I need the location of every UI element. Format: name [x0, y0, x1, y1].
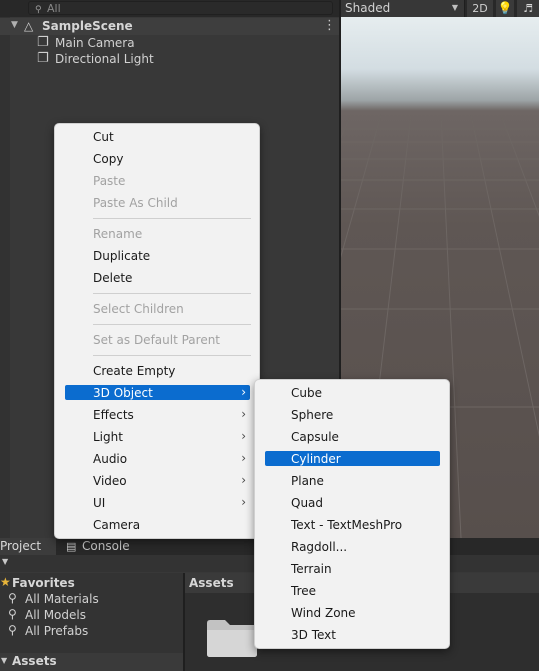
- assets-tree-label: Assets: [12, 654, 57, 668]
- cube-icon: ❐: [37, 51, 49, 66]
- fold-arrow-icon[interactable]: ▼: [11, 20, 18, 30]
- chevron-right-icon: ›: [241, 407, 246, 421]
- submenu-item-sphere[interactable]: Sphere: [255, 404, 449, 426]
- menu-item-copy[interactable]: Copy: [55, 148, 259, 170]
- submenu-item-cylinder[interactable]: Cylinder: [255, 448, 449, 470]
- menu-item-camera[interactable]: Camera: [55, 514, 259, 536]
- kebab-menu-icon[interactable]: ⋮: [323, 18, 336, 33]
- create-dropdown-icon[interactable]: ▼: [2, 557, 8, 566]
- assets-breadcrumb-label[interactable]: Assets: [189, 576, 234, 590]
- unity-scene-icon: △: [24, 19, 34, 33]
- search-icon: ⚲: [8, 623, 17, 637]
- menu-item-rename: Rename: [93, 227, 143, 241]
- scene-row[interactable]: ▼ △ SampleScene ⋮: [0, 18, 339, 35]
- hierarchy-search-field[interactable]: ⚲ All: [28, 1, 333, 15]
- shading-mode-dropdown[interactable]: Shaded ▼: [341, 0, 465, 17]
- scene-name: SampleScene: [42, 19, 133, 33]
- 3d-object-submenu: Cube Sphere Capsule Cylinder Plane Quad …: [254, 379, 450, 649]
- menu-item-paste: Paste: [93, 174, 126, 188]
- menu-separator: [93, 355, 251, 356]
- menu-item-ui[interactable]: UI ›: [55, 492, 259, 514]
- favorite-all-models[interactable]: ⚲ All Models: [0, 607, 183, 623]
- project-folder-tree: ★ Favorites ⚲ All Materials ⚲ All Models…: [0, 573, 183, 671]
- menu-separator: [93, 324, 251, 325]
- menu-item-video[interactable]: Video ›: [55, 470, 259, 492]
- search-icon: ⚲: [8, 591, 17, 605]
- scene-toolbar: Shaded ▼ 2D 💡 ♬: [341, 0, 539, 17]
- favorite-all-prefabs[interactable]: ⚲ All Prefabs: [0, 623, 183, 639]
- menu-item-light[interactable]: Light ›: [55, 426, 259, 448]
- submenu-item-3d-text[interactable]: 3D Text: [255, 624, 449, 646]
- shading-mode-label: Shaded: [345, 1, 391, 15]
- menu-item-set-default-parent: Set as Default Parent: [93, 333, 221, 347]
- hierarchy-context-menu: Cut Copy Paste Paste As Child Rename Dup…: [54, 123, 260, 539]
- chevron-right-icon: ›: [241, 451, 246, 465]
- menu-item-delete[interactable]: Delete: [55, 267, 259, 289]
- menu-item-audio[interactable]: Audio ›: [55, 448, 259, 470]
- hierarchy-item-directional-light[interactable]: ❐ Directional Light: [0, 51, 339, 67]
- star-icon: ★: [0, 575, 11, 589]
- hierarchy-item-main-camera[interactable]: ❐ Main Camera: [0, 35, 339, 51]
- chevron-right-icon: ›: [241, 473, 246, 487]
- toggle-2d-button[interactable]: 2D: [467, 0, 493, 17]
- submenu-item-text-textmeshpro[interactable]: Text - TextMeshPro: [255, 514, 449, 536]
- favorite-all-materials[interactable]: ⚲ All Materials: [0, 591, 183, 607]
- tab-console-label: Console: [82, 539, 130, 553]
- submenu-item-ragdoll[interactable]: Ragdoll...: [255, 536, 449, 558]
- chevron-right-icon: ›: [241, 429, 246, 443]
- search-text: All: [47, 2, 61, 15]
- menu-item-duplicate[interactable]: Duplicate: [55, 245, 259, 267]
- folder-icon[interactable]: [207, 617, 257, 657]
- hierarchy-gutter: [0, 17, 10, 538]
- audio-toggle-icon[interactable]: ♬: [517, 0, 539, 17]
- chevron-right-icon: ›: [241, 495, 246, 509]
- submenu-item-capsule[interactable]: Capsule: [255, 426, 449, 448]
- dropdown-arrow-icon: ▼: [451, 3, 458, 12]
- fold-arrow-icon[interactable]: ▼: [1, 656, 7, 665]
- hierarchy-item-label: Directional Light: [55, 52, 154, 66]
- tab-console[interactable]: ▤ Console: [60, 538, 150, 555]
- submenu-item-terrain[interactable]: Terrain: [255, 558, 449, 580]
- hierarchy-item-label: Main Camera: [55, 36, 135, 50]
- favorite-label: All Models: [25, 608, 86, 622]
- cube-icon: ❐: [37, 35, 49, 50]
- chevron-right-icon: ›: [241, 385, 246, 399]
- assets-tree-item[interactable]: ▼ Assets: [0, 653, 183, 671]
- menu-separator: [93, 293, 251, 294]
- menu-item-3d-object[interactable]: 3D Object ›: [55, 382, 259, 404]
- submenu-item-quad[interactable]: Quad: [255, 492, 449, 514]
- menu-item-select-children: Select Children: [93, 302, 184, 316]
- favorites-header[interactable]: ★ Favorites: [0, 575, 183, 591]
- submenu-item-plane[interactable]: Plane: [255, 470, 449, 492]
- favorite-label: All Materials: [25, 592, 99, 606]
- menu-item-cut[interactable]: Cut: [55, 126, 259, 148]
- favorites-label: Favorites: [12, 576, 75, 590]
- menu-separator: [93, 218, 251, 219]
- submenu-item-tree[interactable]: Tree: [255, 580, 449, 602]
- tab-project[interactable]: Project: [0, 538, 56, 555]
- submenu-item-wind-zone[interactable]: Wind Zone: [255, 602, 449, 624]
- menu-item-effects[interactable]: Effects ›: [55, 404, 259, 426]
- lighting-toggle-icon[interactable]: 💡: [496, 0, 514, 17]
- submenu-item-cube[interactable]: Cube: [255, 382, 449, 404]
- search-icon: ⚲: [35, 5, 42, 15]
- console-icon: ▤: [66, 540, 77, 553]
- menu-item-paste-as-child: Paste As Child: [93, 196, 178, 210]
- favorite-label: All Prefabs: [25, 624, 89, 638]
- unity-editor: ⚲ All ▼ △ SampleScene ⋮ ❐ Main Camera ❐ …: [0, 0, 539, 671]
- menu-item-create-empty[interactable]: Create Empty: [55, 360, 259, 382]
- search-icon: ⚲: [8, 607, 17, 621]
- hierarchy-toolbar: ⚲ All: [0, 0, 339, 17]
